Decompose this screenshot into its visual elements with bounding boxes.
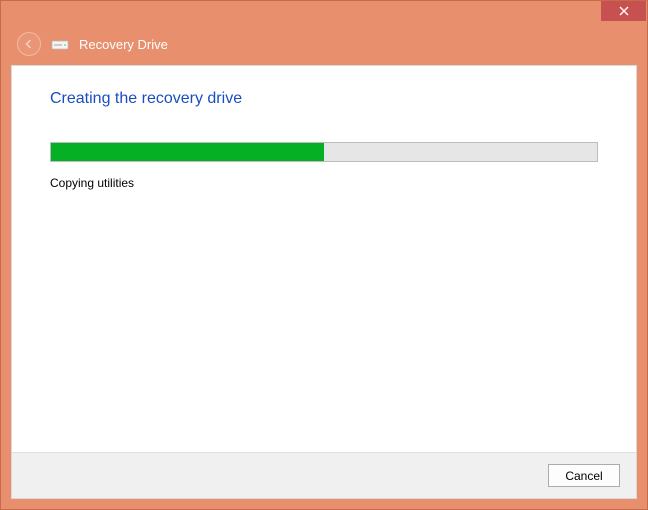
drive-icon <box>51 37 69 51</box>
window-title: Recovery Drive <box>79 37 168 52</box>
header-strip: Recovery Drive <box>1 23 647 65</box>
progress-status-text: Copying utilities <box>50 176 598 190</box>
back-button[interactable] <box>17 32 41 56</box>
back-arrow-icon <box>23 38 35 50</box>
close-icon <box>619 6 629 16</box>
progress-bar <box>50 142 598 162</box>
progress-fill <box>51 143 324 161</box>
content-area: Creating the recovery drive Copying util… <box>11 65 637 499</box>
dialog-footer: Cancel <box>12 452 636 498</box>
content-body: Creating the recovery drive Copying util… <box>12 66 636 452</box>
page-heading: Creating the recovery drive <box>50 90 598 108</box>
close-button[interactable] <box>601 1 646 21</box>
cancel-button[interactable]: Cancel <box>548 464 620 487</box>
titlebar <box>1 1 647 23</box>
window-frame: Recovery Drive Creating the recovery dri… <box>0 0 648 510</box>
